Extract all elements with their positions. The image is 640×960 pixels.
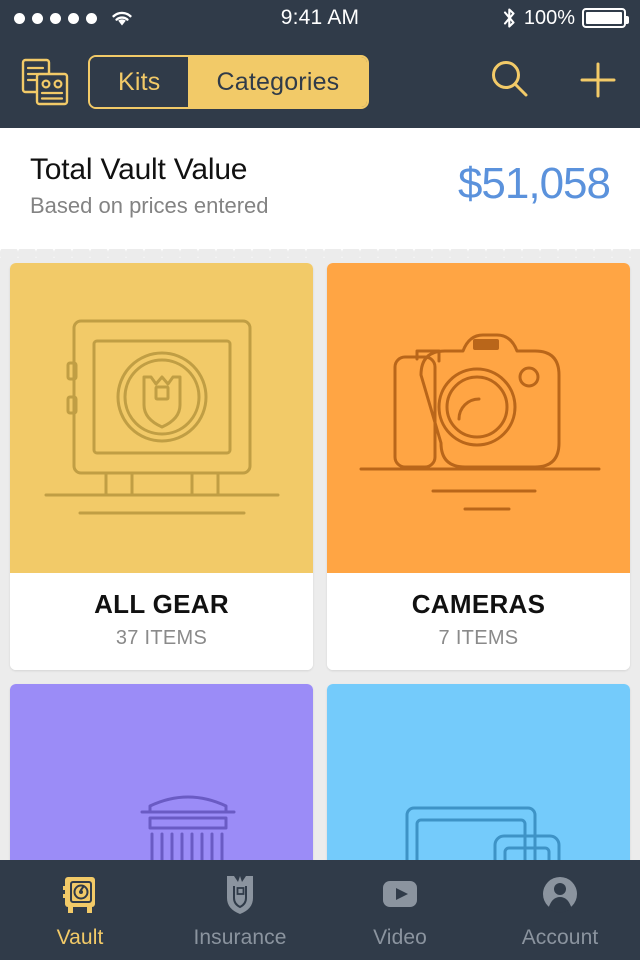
shield-tab-icon <box>227 875 253 914</box>
category-card-cameras[interactable]: CAMERAS 7 ITEMS <box>327 263 630 670</box>
documents-icon <box>21 58 69 106</box>
tab-video[interactable]: Video <box>320 860 480 960</box>
scallop-teeth <box>0 249 640 258</box>
category-grid: ALL GEAR 37 ITEMS CAMERAS 7 ITEMS <box>0 263 640 960</box>
tab-account[interactable]: Account <box>480 860 640 960</box>
tab-label-vault: Vault <box>56 925 104 949</box>
person-tab-icon <box>543 876 577 912</box>
camera-icon <box>359 333 600 511</box>
tab-vault[interactable]: Vault <box>0 860 160 960</box>
tab-label-video: Video <box>373 925 427 949</box>
nav-actions <box>486 56 622 109</box>
battery-icon <box>582 8 629 28</box>
card-title: ALL GEAR <box>94 589 229 619</box>
card-artwork <box>10 263 313 573</box>
card-label: CAMERAS 7 ITEMS <box>327 573 630 670</box>
safe-icon <box>44 319 279 515</box>
battery-fill <box>586 12 622 24</box>
tab-label-insurance: Insurance <box>193 925 287 949</box>
segment-kits[interactable]: Kits <box>90 57 189 107</box>
search-button[interactable] <box>486 56 534 109</box>
card-artwork <box>327 263 630 573</box>
battery-cap <box>626 16 629 24</box>
card-item-count: 37 ITEMS <box>115 627 208 649</box>
segment-categories[interactable]: Categories <box>188 57 368 107</box>
status-bar: 9:41 AM 100% <box>0 0 640 36</box>
tab-label-account: Account <box>521 925 599 949</box>
vault-value-header: Total Vault Value Based on prices entere… <box>0 128 640 249</box>
search-icon <box>492 60 528 96</box>
card-title: CAMERAS <box>411 589 546 619</box>
play-tab-icon <box>383 880 417 907</box>
category-grid-scroll[interactable]: ALL GEAR 37 ITEMS CAMERAS 7 ITEMS <box>0 263 640 960</box>
status-time: 9:41 AM <box>280 6 360 29</box>
card-item-count: 7 ITEMS <box>438 627 519 649</box>
add-button[interactable] <box>574 56 622 109</box>
tab-insurance[interactable]: Insurance <box>160 860 320 960</box>
plus-icon <box>580 62 616 97</box>
nav-bar: Kits Categories <box>0 36 640 128</box>
category-card-all-gear[interactable]: ALL GEAR 37 ITEMS <box>10 263 313 670</box>
safe-tab-icon <box>63 876 95 913</box>
card-label: ALL GEAR 37 ITEMS <box>10 573 313 670</box>
segmented-control[interactable]: Kits Categories <box>88 55 370 109</box>
documents-button[interactable] <box>18 55 82 109</box>
vault-header-text: Total Vault Value Based on prices entere… <box>30 152 458 219</box>
vault-subtitle: Based on prices entered <box>30 193 269 218</box>
vault-total-value: $51,058 <box>457 159 611 208</box>
vault-title: Total Vault Value <box>30 153 248 186</box>
tab-bar: Vault Insurance Video Account <box>0 860 640 960</box>
